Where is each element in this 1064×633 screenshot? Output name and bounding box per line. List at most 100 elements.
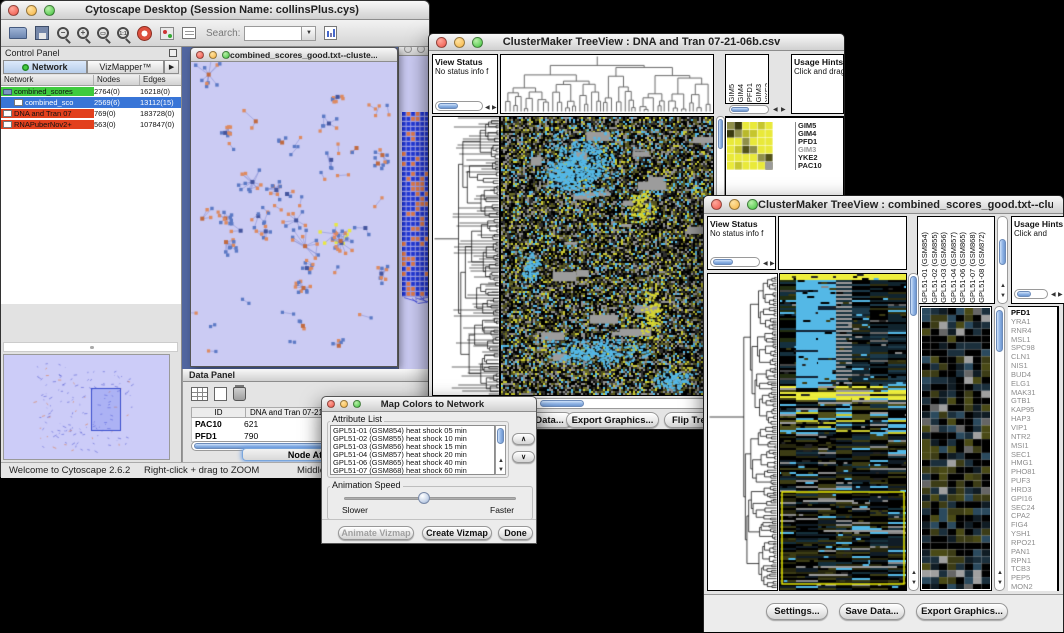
move-up-button[interactable]: ∧ bbox=[512, 433, 535, 445]
zoom-button[interactable] bbox=[472, 37, 483, 48]
minimize-button[interactable] bbox=[729, 199, 740, 210]
close-button[interactable] bbox=[404, 47, 412, 53]
scrollbar-thumb[interactable] bbox=[438, 103, 458, 109]
close-button[interactable] bbox=[711, 199, 722, 210]
minimize-button[interactable] bbox=[417, 47, 425, 53]
scrollbar-thumb[interactable] bbox=[996, 310, 1003, 352]
animation-slider-track[interactable] bbox=[344, 497, 516, 500]
scroll-up-arrow-icon[interactable]: ▲ bbox=[997, 570, 1003, 576]
scrollbar-thumb[interactable] bbox=[999, 239, 1006, 265]
zoom-button[interactable] bbox=[222, 51, 230, 59]
heatmap-canvas[interactable] bbox=[780, 274, 906, 590]
export-graphics-button[interactable]: Export Graphics... bbox=[916, 603, 1008, 620]
birdseye-canvas[interactable] bbox=[4, 355, 169, 459]
gene-label[interactable]: MON2 bbox=[1011, 583, 1057, 591]
scrollbar-thumb[interactable] bbox=[713, 259, 733, 265]
heatmap-panel[interactable] bbox=[779, 273, 907, 591]
panel-splitter[interactable] bbox=[3, 342, 178, 352]
heatmap-vscrollbar[interactable]: ▲ ▼ bbox=[908, 273, 919, 591]
report-icon[interactable] bbox=[324, 26, 337, 40]
column-dendrogram-panel[interactable] bbox=[500, 54, 714, 114]
minimize-button[interactable] bbox=[209, 51, 217, 59]
scroll-left-arrow-icon[interactable]: ◀ bbox=[773, 107, 778, 113]
heatmap-canvas[interactable] bbox=[501, 117, 713, 395]
animation-slider-thumb[interactable] bbox=[418, 492, 430, 504]
scrollbar-thumb[interactable] bbox=[540, 400, 584, 407]
hscrollbar[interactable] bbox=[435, 101, 483, 111]
zoom-button[interactable] bbox=[353, 400, 361, 408]
scroll-down-arrow-icon[interactable]: ▼ bbox=[997, 580, 1003, 586]
annotation-icon[interactable] bbox=[182, 27, 196, 39]
save-icon[interactable] bbox=[35, 26, 49, 40]
tab-network[interactable]: Network bbox=[3, 60, 87, 74]
zoom-view-panel[interactable] bbox=[920, 306, 992, 591]
network-graph-canvas[interactable] bbox=[191, 62, 397, 365]
scroll-right-arrow-icon[interactable]: ▶ bbox=[1058, 292, 1063, 298]
row-dendrogram-canvas[interactable] bbox=[708, 274, 777, 590]
search-input[interactable] bbox=[244, 26, 302, 41]
row-dendrogram-panel[interactable] bbox=[707, 273, 778, 591]
network-list-row[interactable]: combined_scores 2764(0) 16218(0) bbox=[1, 86, 181, 97]
zoom-out-icon[interactable]: − bbox=[57, 27, 69, 39]
delete-attribute-trash-icon[interactable] bbox=[233, 387, 246, 401]
scrollbar-thumb[interactable] bbox=[718, 119, 723, 149]
dense-network-canvas[interactable] bbox=[402, 112, 431, 304]
attribute-item[interactable]: GPL51-07 (GSM868) heat shock 60 min bbox=[333, 467, 494, 475]
new-attribute-icon[interactable] bbox=[214, 387, 227, 401]
settings-button[interactable]: Settings... bbox=[766, 603, 828, 620]
scrollbar-thumb[interactable] bbox=[497, 428, 504, 444]
move-down-button[interactable]: ∨ bbox=[512, 451, 535, 463]
scroll-right-arrow-icon[interactable]: ▶ bbox=[781, 107, 786, 113]
zoom-button[interactable] bbox=[44, 5, 55, 16]
search-dropdown-arrow-icon[interactable]: ▼ bbox=[302, 26, 316, 41]
heatmap-panel[interactable] bbox=[500, 116, 714, 396]
label-hscrollbar[interactable] bbox=[729, 105, 769, 114]
birdseye-view[interactable] bbox=[3, 354, 170, 460]
scrollbar-thumb[interactable] bbox=[910, 276, 917, 316]
hscrollbar[interactable] bbox=[710, 257, 760, 267]
save-data-button[interactable]: Save Data... bbox=[839, 603, 905, 620]
close-button[interactable] bbox=[327, 400, 335, 408]
scroll-right-arrow-icon[interactable]: ▶ bbox=[770, 261, 775, 267]
minimize-button[interactable] bbox=[454, 37, 465, 48]
vizmap-icon[interactable] bbox=[160, 27, 174, 40]
gene-label[interactable]: PAC10 bbox=[798, 162, 822, 170]
row-dendrogram-canvas[interactable] bbox=[433, 117, 499, 395]
labels-vscrollbar[interactable]: ▲ ▼ bbox=[997, 216, 1008, 304]
scroll-up-arrow-icon[interactable]: ▲ bbox=[498, 458, 504, 464]
scroll-left-arrow-icon[interactable]: ◀ bbox=[1051, 292, 1056, 298]
id-column-header[interactable]: ID bbox=[191, 407, 246, 418]
export-graphics-button[interactable]: Export Graphics... bbox=[566, 412, 659, 428]
scroll-up-arrow-icon[interactable]: ▲ bbox=[911, 570, 917, 576]
attribute-list[interactable]: GPL51-01 (GSM854) heat shock 05 minGPL51… bbox=[330, 425, 495, 475]
close-button[interactable] bbox=[8, 5, 19, 16]
scroll-down-arrow-icon[interactable]: ▼ bbox=[498, 467, 504, 473]
tab-vizmapper[interactable]: VizMapper™ bbox=[87, 60, 165, 74]
scroll-down-arrow-icon[interactable]: ▼ bbox=[911, 580, 917, 586]
column-dendrogram-panel[interactable] bbox=[778, 216, 907, 270]
minimize-button[interactable] bbox=[340, 400, 348, 408]
zoom-in-icon[interactable]: + bbox=[77, 27, 89, 39]
help-lifering-icon[interactable] bbox=[137, 26, 152, 41]
genelist-vscrollbar[interactable]: ▲ ▼ bbox=[994, 306, 1005, 591]
create-vizmap-button[interactable]: Create Vizmap bbox=[422, 526, 492, 540]
network-list-row[interactable]: RNAPuberNov2+ 563(0) 107847(0) bbox=[1, 119, 181, 130]
minimize-button[interactable] bbox=[26, 5, 37, 16]
open-file-icon[interactable] bbox=[9, 27, 27, 39]
scroll-right-arrow-icon[interactable]: ▶ bbox=[492, 105, 497, 111]
network-list-row[interactable]: DNA and Tran 07 769(0) 183728(0) bbox=[1, 108, 181, 119]
scroll-down-arrow-icon[interactable]: ▼ bbox=[1000, 293, 1006, 299]
scrollbar-thumb[interactable] bbox=[1017, 291, 1031, 297]
row-dendrogram-panel[interactable] bbox=[432, 116, 500, 396]
animate-vizmap-button[interactable]: Animate Vizmap bbox=[338, 526, 414, 540]
scroll-left-arrow-icon[interactable]: ◀ bbox=[485, 105, 490, 111]
done-button[interactable]: Done bbox=[498, 526, 533, 540]
zoom-heatmap-canvas[interactable] bbox=[727, 122, 773, 170]
network-list-row[interactable]: combined_sco 2569(6) 13112(15) bbox=[1, 97, 181, 108]
zoom-button[interactable] bbox=[747, 199, 758, 210]
close-button[interactable] bbox=[196, 51, 204, 59]
hscrollbar[interactable] bbox=[1014, 289, 1048, 299]
tab-overflow-arrow[interactable]: ▶ bbox=[164, 60, 179, 74]
scrollbar-thumb[interactable] bbox=[731, 107, 749, 112]
table-mode-icon[interactable] bbox=[191, 387, 208, 401]
